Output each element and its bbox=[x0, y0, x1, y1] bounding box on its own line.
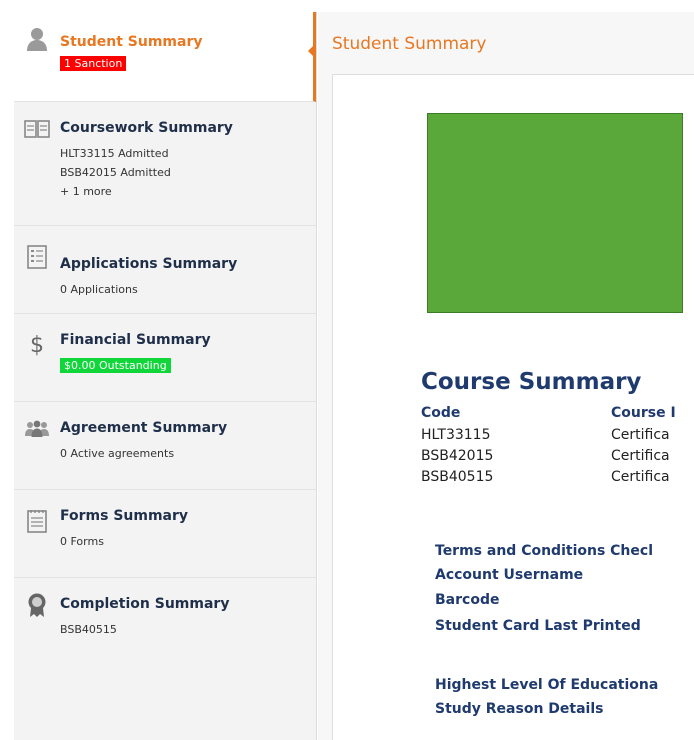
sidebar-item-financial-summary[interactable]: $ Financial Summary $0.00 Outstanding bbox=[14, 314, 316, 402]
completion-course: BSB40515 bbox=[60, 623, 117, 636]
coursework-more: + 1 more bbox=[60, 185, 112, 198]
sidebar-item-coursework-summary[interactable]: Coursework Summary HLT33115 Admitted BSB… bbox=[14, 102, 316, 226]
table-cell-code: BSB40515 bbox=[421, 469, 494, 485]
outstanding-badge: $0.00 Outstanding bbox=[60, 358, 171, 373]
applications-count: 0 Applications bbox=[60, 283, 138, 296]
sidebar-item-label: Financial Summary bbox=[60, 332, 211, 348]
agreements-count: 0 Active agreements bbox=[60, 447, 175, 460]
sanction-badge: 1 Sanction bbox=[60, 56, 127, 71]
detail-label-username: Account Username bbox=[435, 567, 584, 583]
award-icon bbox=[24, 592, 50, 618]
active-pointer bbox=[308, 45, 314, 57]
sidebar-item-applications-summary[interactable]: Applications Summary 0 Applications bbox=[14, 226, 316, 314]
dollar-icon: $ bbox=[30, 332, 44, 358]
notepad-icon bbox=[24, 508, 50, 534]
table-cell-course: Certifica bbox=[611, 448, 670, 464]
table-cell-course: Certifica bbox=[611, 469, 670, 485]
student-photo-redacted bbox=[427, 113, 683, 313]
table-cell-code: HLT33115 bbox=[421, 427, 491, 443]
table-cell-code: BSB42015 bbox=[421, 448, 494, 464]
detail-label-study-reason: Study Reason Details bbox=[435, 701, 604, 717]
table-cell-course: Certifica bbox=[611, 427, 670, 443]
sidebar-item-forms-summary[interactable]: Forms Summary 0 Forms bbox=[14, 490, 316, 578]
document-list-icon bbox=[24, 244, 50, 270]
sidebar-item-label: Coursework Summary bbox=[60, 120, 233, 136]
forms-count: 0 Forms bbox=[60, 535, 104, 548]
sidebar-item-label: Completion Summary bbox=[60, 596, 230, 612]
main-panel: Student Summary Course Summary Code Cour… bbox=[318, 12, 694, 740]
sidebar-item-label: Agreement Summary bbox=[60, 420, 228, 436]
detail-label-terms: Terms and Conditions Checl bbox=[435, 543, 653, 559]
student-summary-card: Course Summary Code Course I HLT33115 Ce… bbox=[332, 74, 694, 740]
sidebar-item-completion-summary[interactable]: Completion Summary BSB40515 bbox=[14, 578, 316, 666]
sidebar-item-agreement-summary[interactable]: Agreement Summary 0 Active agreements bbox=[14, 402, 316, 490]
column-header-course: Course I bbox=[611, 405, 676, 421]
sidebar-item-label: Applications Summary bbox=[60, 256, 238, 272]
sidebar: Student Summary 1 Sanction Coursework Su… bbox=[14, 12, 317, 740]
group-icon bbox=[24, 416, 50, 442]
detail-label-barcode: Barcode bbox=[435, 592, 500, 608]
column-header-code: Code bbox=[421, 405, 461, 421]
detail-label-education: Highest Level Of Educationa bbox=[435, 677, 659, 693]
coursework-line: HLT33115 Admitted bbox=[60, 147, 169, 160]
detail-label-card-printed: Student Card Last Printed bbox=[435, 618, 641, 634]
course-summary-heading: Course Summary bbox=[421, 369, 642, 395]
coursework-line: BSB42015 Admitted bbox=[60, 166, 171, 179]
sidebar-item-label: Forms Summary bbox=[60, 508, 189, 524]
sidebar-item-label: Student Summary bbox=[60, 34, 203, 50]
person-icon bbox=[24, 26, 50, 52]
page-title: Student Summary bbox=[332, 34, 487, 54]
sidebar-item-student-summary[interactable]: Student Summary 1 Sanction bbox=[14, 12, 316, 102]
book-icon bbox=[24, 116, 50, 142]
